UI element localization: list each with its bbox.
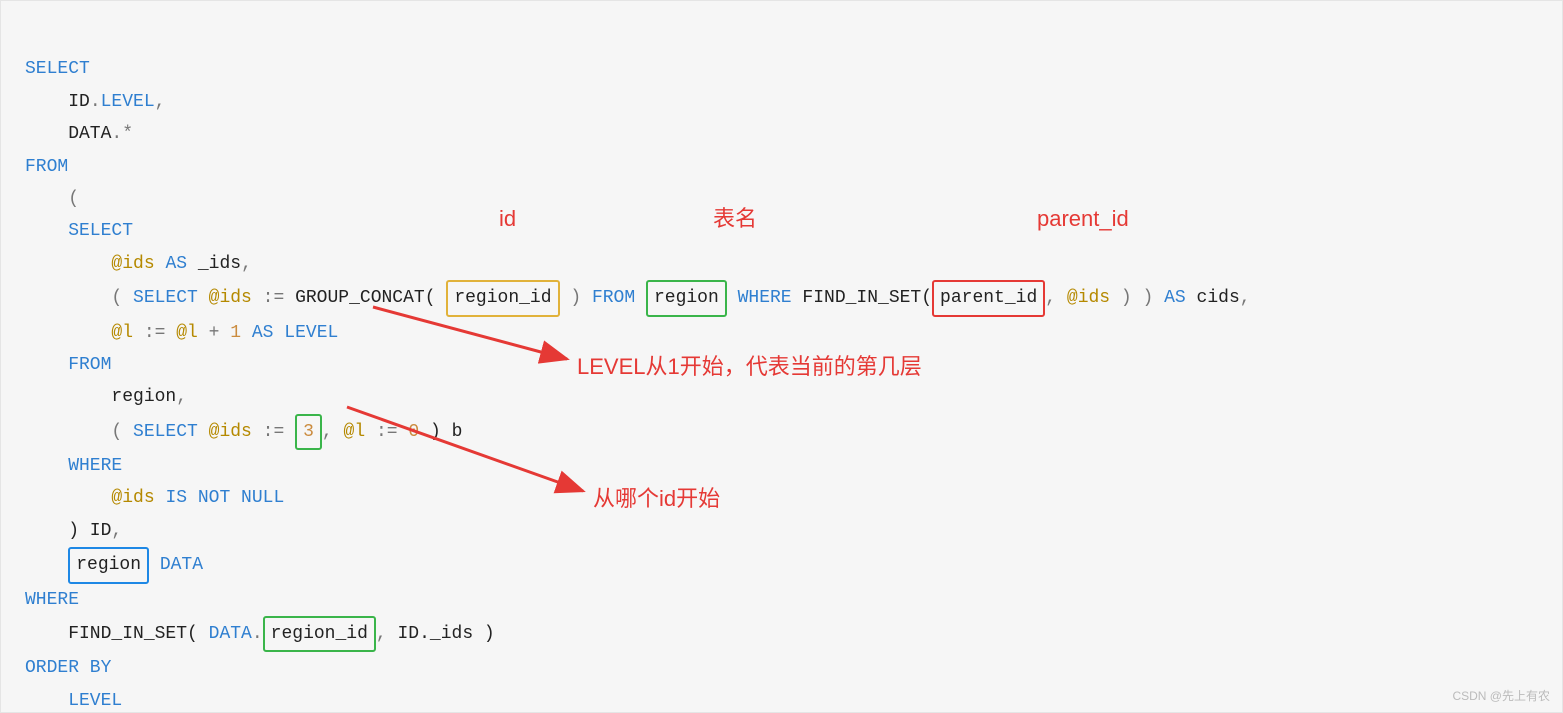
sp <box>333 422 344 442</box>
variable-ids: @ids <box>111 488 154 508</box>
assign: := <box>252 288 284 308</box>
comma: , <box>1240 288 1251 308</box>
assign: := <box>365 422 397 442</box>
comma: , <box>376 624 387 644</box>
sp <box>727 288 738 308</box>
keyword-as: AS <box>241 323 273 343</box>
sp <box>635 288 646 308</box>
text: DATA <box>25 124 111 144</box>
sp <box>25 488 111 508</box>
sp <box>284 422 295 442</box>
box-region-table: region <box>68 547 149 583</box>
comma: , <box>322 422 333 442</box>
paren: ) ID <box>25 521 111 541</box>
keyword-from: FROM <box>581 288 635 308</box>
star: * <box>122 124 133 144</box>
comma: , <box>241 254 252 274</box>
comma: , <box>111 521 122 541</box>
keyword-where: WHERE <box>25 456 122 476</box>
box-parent-id: parent_id <box>932 280 1045 316</box>
alias: _ids <box>187 254 241 274</box>
box-region: region <box>646 280 727 316</box>
arrow-start-id <box>347 407 583 491</box>
paren: ) ) <box>1110 288 1153 308</box>
number: 0 <box>408 422 419 442</box>
keyword-as: AS <box>1153 288 1185 308</box>
keyword-where: WHERE <box>25 590 79 610</box>
keyword-where: WHERE <box>738 288 792 308</box>
watermark: CSDN @先上有农 <box>1452 686 1550 708</box>
annotation-id-label: id <box>499 199 516 239</box>
paren: ( <box>25 288 133 308</box>
func: FIND_IN_SET( <box>25 624 209 644</box>
assign: := <box>133 323 176 343</box>
comma: , <box>1045 288 1056 308</box>
paren: ( <box>25 189 79 209</box>
dot: . <box>90 92 101 112</box>
paren: ) b <box>419 422 462 442</box>
comma: , <box>155 92 166 112</box>
annotation-start-note: 从哪个id开始 <box>593 479 720 519</box>
variable-ids: @ids <box>111 254 154 274</box>
keyword-level: LEVEL <box>273 323 338 343</box>
func: FIND_IN_SET( <box>792 288 932 308</box>
assign: := <box>252 422 284 442</box>
sp <box>25 323 111 343</box>
keyword-select: SELECT <box>25 59 90 79</box>
keyword-select: SELECT <box>133 422 198 442</box>
text: ID._ids ) <box>387 624 495 644</box>
sp <box>198 422 209 442</box>
keyword-isnotnull: IS NOT NULL <box>155 488 285 508</box>
variable-l: @l <box>111 323 133 343</box>
keyword-from: FROM <box>25 157 68 177</box>
variable-ids: @ids <box>209 288 252 308</box>
table: region <box>25 387 176 407</box>
keyword-as: AS <box>155 254 187 274</box>
paren: ) <box>560 288 582 308</box>
keyword-level: LEVEL <box>25 691 122 711</box>
alias-data: DATA <box>149 555 203 575</box>
keyword-level: LEVEL <box>101 92 155 112</box>
variable-l: @l <box>176 323 198 343</box>
annotation-level-note: LEVEL从1开始，代表当前的第几层 <box>577 347 922 387</box>
variable-ids: @ids <box>1067 288 1110 308</box>
sp <box>25 555 68 575</box>
keyword-select: SELECT <box>25 221 133 241</box>
box-region-id: region_id <box>446 280 559 316</box>
plus: + <box>198 323 230 343</box>
dot: . <box>252 624 263 644</box>
alias: cids <box>1186 288 1240 308</box>
alias-data: DATA <box>209 624 252 644</box>
annotation-table-label: 表名 <box>713 199 757 239</box>
variable-ids: @ids <box>209 422 252 442</box>
text: ID <box>25 92 90 112</box>
annotation-parent-label: parent_id <box>1037 199 1129 239</box>
box-start-id: 3 <box>295 414 322 450</box>
paren: ( <box>25 422 133 442</box>
variable-l: @l <box>344 422 366 442</box>
number: 1 <box>230 323 241 343</box>
keyword-orderby: ORDER BY <box>25 658 111 678</box>
code-block: SELECT ID.LEVEL, DATA.* FROM ( SELECT @i… <box>0 0 1563 713</box>
sp <box>398 422 409 442</box>
sp <box>1056 288 1067 308</box>
sp <box>198 288 209 308</box>
keyword-from: FROM <box>25 355 111 375</box>
box-region-id: region_id <box>263 616 376 652</box>
comma: , <box>176 387 187 407</box>
func: GROUP_CONCAT( <box>284 288 446 308</box>
dot: . <box>111 124 122 144</box>
keyword-select: SELECT <box>133 288 198 308</box>
